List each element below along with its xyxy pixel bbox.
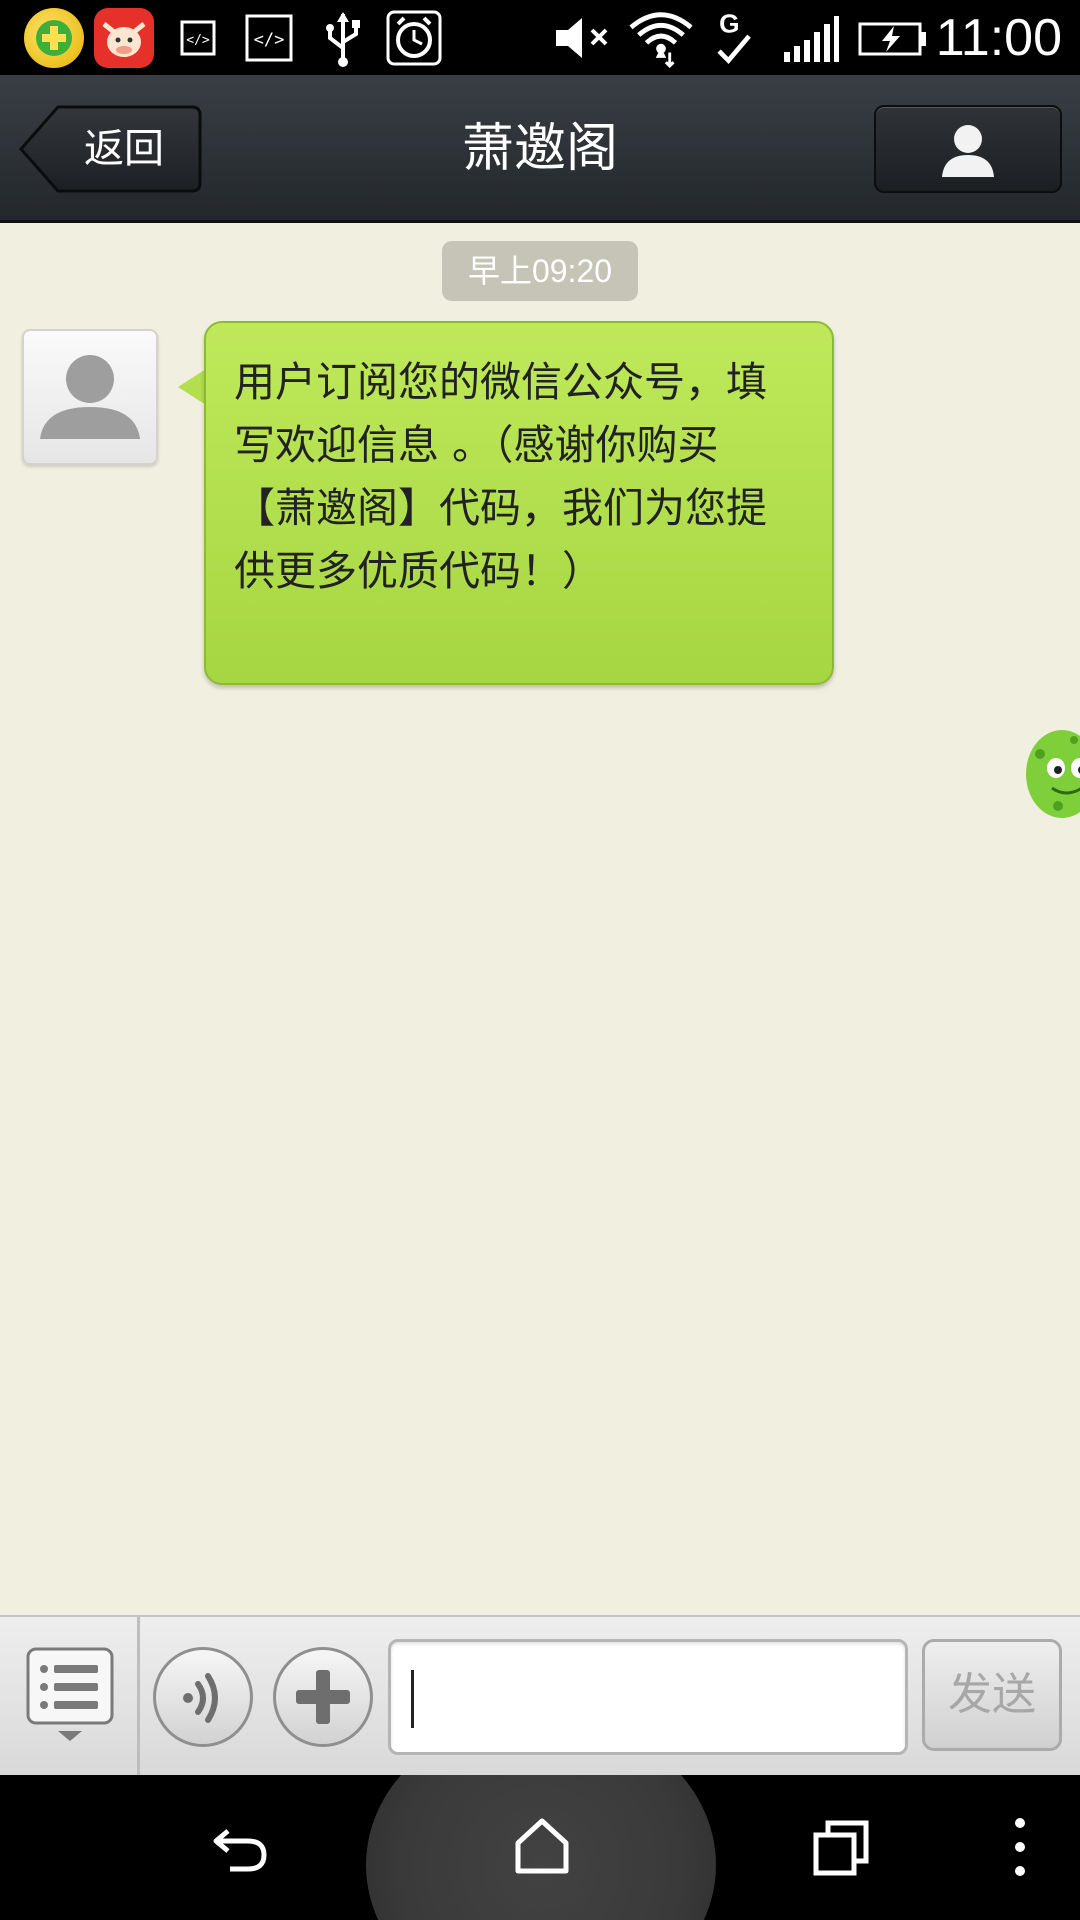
- battery-charging-icon: [858, 22, 926, 56]
- message-bubble[interactable]: 用户订阅您的微信公众号，填写欢迎信息 。（感谢你购买【萧邀阁】代码，我们为您提供…: [204, 321, 834, 685]
- g-data-icon: G: [717, 8, 751, 64]
- recent-apps-icon[interactable]: [810, 1815, 874, 1879]
- list-menu-icon: [26, 1647, 114, 1741]
- page-title: 萧邀阁: [461, 119, 618, 179]
- status-time: 11:00: [935, 9, 1062, 67]
- title-bar: 返回 萧邀阁: [0, 75, 1080, 223]
- back-button[interactable]: 返回: [18, 105, 202, 193]
- usb-icon: [326, 12, 360, 67]
- voice-button[interactable]: [153, 1647, 253, 1747]
- cow-app-icon: [94, 8, 154, 68]
- home-icon[interactable]: [510, 1813, 574, 1877]
- alarm-icon: [386, 10, 442, 66]
- security-app-icon: [24, 8, 84, 68]
- message-input[interactable]: [388, 1639, 908, 1755]
- add-button[interactable]: [273, 1647, 373, 1747]
- sender-avatar[interactable]: [22, 329, 158, 465]
- person-icon: [942, 125, 994, 177]
- plus-icon: [296, 1670, 350, 1724]
- message-text: 用户订阅您的微信公众号，填写欢迎信息 。（感谢你购买【萧邀阁】代码，我们为您提供…: [234, 358, 767, 595]
- chat-area[interactable]: 早上09:20 用户订阅您的微信公众号，填写欢迎信息 。（感谢你购买【萧邀阁】代…: [0, 223, 1080, 1615]
- svg-text:</>: </>: [254, 30, 285, 50]
- wifi-icon: [629, 12, 693, 68]
- back-button-label: 返回: [84, 126, 164, 172]
- navigation-bar: [0, 1775, 1080, 1920]
- profile-button[interactable]: [874, 105, 1062, 193]
- mute-icon: [556, 18, 608, 58]
- voice-icon: [183, 1673, 218, 1723]
- status-bar: </> </> G 11:00: [0, 0, 1080, 75]
- input-bar: 发送: [0, 1615, 1080, 1775]
- bubble-tail: [178, 369, 206, 405]
- code-icon: </>: [180, 20, 216, 56]
- default-avatar-icon: [40, 355, 140, 439]
- message-timestamp: 早上09:20: [442, 241, 638, 301]
- signal-icon: [784, 16, 839, 62]
- menu-button[interactable]: [0, 1617, 140, 1775]
- svg-text:</>: </>: [186, 33, 210, 48]
- svg-text:G: G: [719, 8, 739, 38]
- mascot-icon[interactable]: [1022, 710, 1080, 838]
- send-button[interactable]: 发送: [922, 1639, 1062, 1751]
- more-options-icon[interactable]: [1000, 1815, 1040, 1879]
- text-caret: [411, 1670, 414, 1728]
- back-arrow-icon[interactable]: [208, 1815, 272, 1879]
- code-icon: </>: [245, 14, 293, 62]
